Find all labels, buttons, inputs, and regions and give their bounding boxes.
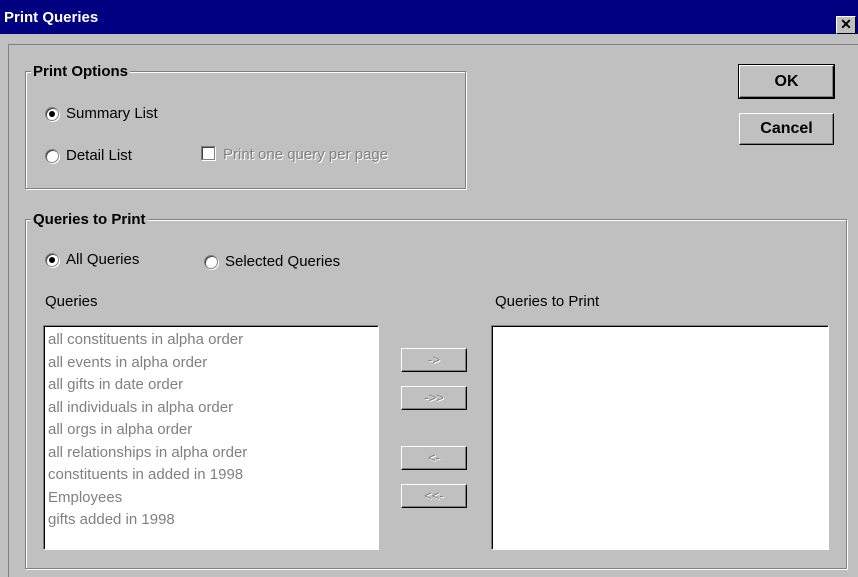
ok-button[interactable]: OK bbox=[738, 64, 835, 99]
remove-all-button[interactable]: <<- bbox=[401, 484, 467, 508]
queries-to-print-listbox[interactable] bbox=[491, 325, 829, 550]
one-per-page-checkbox[interactable] bbox=[201, 146, 215, 160]
remove-button[interactable]: <- bbox=[401, 446, 467, 470]
add-label: -> bbox=[428, 352, 440, 367]
add-all-label: ->> bbox=[424, 390, 444, 405]
selected-queries-label[interactable]: Selected Queries bbox=[225, 253, 340, 271]
summary-list-label[interactable]: Summary List bbox=[66, 105, 158, 123]
summary-list-radio[interactable] bbox=[45, 107, 59, 121]
title-bar[interactable]: Print Queries bbox=[0, 0, 858, 34]
list-item[interactable]: gifts added in 1998 bbox=[44, 509, 378, 532]
ok-label: OK bbox=[774, 73, 799, 90]
add-all-button[interactable]: ->> bbox=[401, 386, 467, 410]
list-item[interactable]: all constituents in alpha order bbox=[44, 329, 378, 352]
print-options-group bbox=[25, 71, 466, 189]
queries-to-print-list-label: Queries to Print bbox=[495, 293, 600, 310]
queries-listbox[interactable]: all constituents in alpha order all even… bbox=[43, 325, 379, 550]
remove-label: <- bbox=[428, 450, 440, 465]
detail-list-radio[interactable] bbox=[45, 149, 59, 163]
list-item[interactable]: all relationships in alpha order bbox=[44, 442, 378, 465]
list-item[interactable]: all individuals in alpha order bbox=[44, 397, 378, 420]
window-title: Print Queries bbox=[4, 9, 99, 26]
cancel-button[interactable]: Cancel bbox=[739, 113, 834, 145]
queries-to-print-legend: Queries to Print bbox=[31, 211, 148, 229]
detail-list-label[interactable]: Detail List bbox=[66, 147, 132, 165]
list-item[interactable]: all orgs in alpha order bbox=[44, 419, 378, 442]
add-button[interactable]: -> bbox=[401, 348, 467, 372]
one-per-page-label: Print one query per page bbox=[223, 146, 389, 163]
remove-all-label: <<- bbox=[424, 488, 444, 503]
list-item[interactable]: all gifts in date order bbox=[44, 374, 378, 397]
queries-list-label: Queries bbox=[45, 293, 98, 310]
cancel-label: Cancel bbox=[760, 120, 813, 137]
print-options-legend: Print Options bbox=[31, 63, 130, 81]
list-item[interactable]: all events in alpha order bbox=[44, 352, 378, 375]
list-item[interactable]: constituents in added in 1998 bbox=[44, 464, 378, 487]
selected-queries-radio[interactable] bbox=[204, 255, 218, 269]
close-button[interactable]: ✕ bbox=[836, 16, 856, 34]
close-icon: ✕ bbox=[840, 16, 852, 32]
all-queries-label[interactable]: All Queries bbox=[66, 251, 139, 269]
all-queries-radio[interactable] bbox=[45, 253, 59, 267]
list-item[interactable]: Employees bbox=[44, 487, 378, 510]
